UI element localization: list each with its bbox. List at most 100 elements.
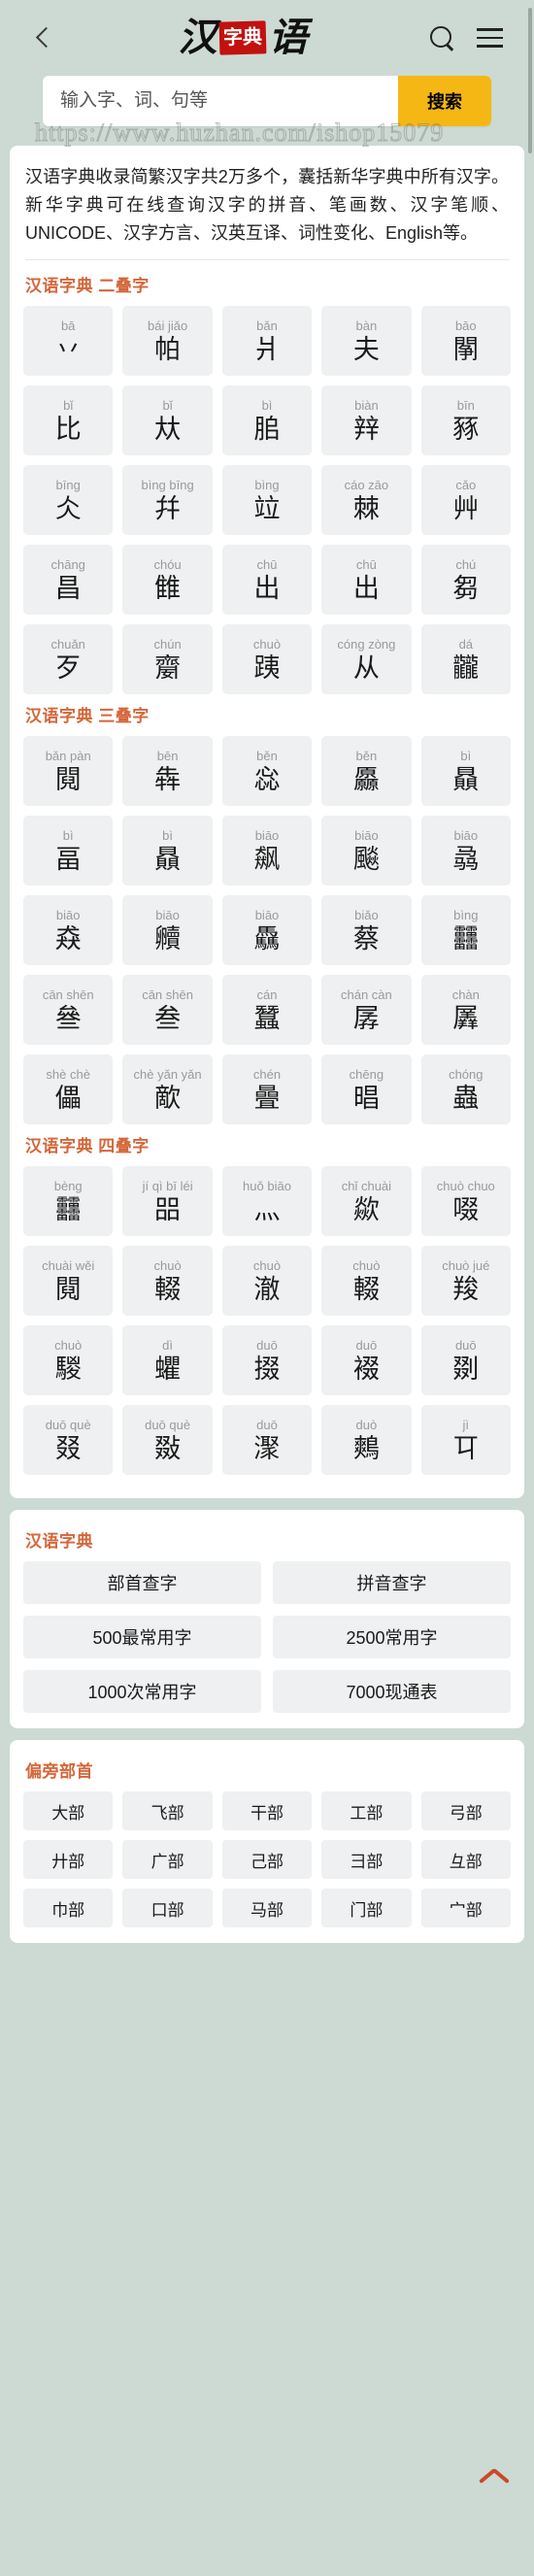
radical-button[interactable]: 大部	[23, 1791, 114, 1831]
character-cell[interactable]: chán càn 孱	[321, 975, 412, 1046]
radical-button[interactable]: 工部	[321, 1791, 412, 1831]
dictionary-button[interactable]: 500最常用字	[23, 1616, 261, 1659]
character-cell[interactable]: bā 丷	[23, 306, 114, 377]
character-cell[interactable]: bì 贔	[420, 736, 511, 807]
character-cell[interactable]: bǐ 比	[23, 385, 114, 456]
character-cell[interactable]: bìng bīng 幷	[122, 465, 213, 536]
character-cell[interactable]: bēn 犇	[122, 736, 213, 807]
character-cell[interactable]: chàn 羼	[420, 975, 511, 1046]
character-cell[interactable]: chún 䶒	[122, 624, 213, 695]
back-icon[interactable]	[31, 25, 56, 50]
character-cell[interactable]: huǒ biāo 灬	[221, 1166, 313, 1237]
radical-button[interactable]: 门部	[321, 1889, 412, 1928]
radical-button[interactable]: 宀部	[420, 1889, 511, 1928]
character-cell[interactable]: cān shēn 叁	[122, 975, 213, 1046]
radical-button[interactable]: 彐部	[321, 1840, 412, 1880]
character-cell[interactable]: chēng 晿	[321, 1054, 412, 1125]
character-cell[interactable]: duō 㵵	[221, 1405, 313, 1476]
radical-button[interactable]: 马部	[221, 1889, 313, 1928]
character-cell[interactable]: biāo 驫	[221, 895, 313, 966]
character-cell[interactable]: duò 鷞	[321, 1405, 412, 1476]
character-cell[interactable]: chuò chuo 啜	[420, 1166, 511, 1237]
character-cell[interactable]: bīng 仌	[23, 465, 114, 536]
character-cell[interactable]: cǎo 艸	[420, 465, 511, 536]
character-cell[interactable]: bāo 䦛	[420, 306, 511, 377]
character-cell[interactable]: bì 畐	[23, 816, 114, 887]
character-cell[interactable]: chuài wěi 䦧	[23, 1246, 114, 1317]
character-cell[interactable]: chuò 騣	[23, 1325, 114, 1396]
dictionary-button[interactable]: 拼音查字	[273, 1561, 511, 1605]
character-cell[interactable]: běn 厵	[321, 736, 412, 807]
character-cell[interactable]: chén 曡	[221, 1054, 313, 1125]
character-cell[interactable]: bì 䏨	[221, 385, 313, 456]
character-cell[interactable]: cáo zāo 棘	[321, 465, 412, 536]
character-cell[interactable]: chāng 昌	[23, 545, 114, 616]
character-cell[interactable]: chū 出	[321, 545, 412, 616]
character-cell[interactable]: chū 出	[221, 545, 313, 616]
character-cell[interactable]: běn 惢	[221, 736, 313, 807]
character-cell[interactable]: jí qì bī léi 㗊	[122, 1166, 213, 1237]
character-cell[interactable]: bīn 豩	[420, 385, 511, 456]
character-cell[interactable]: biāo 骉	[420, 816, 511, 887]
character-cell[interactable]: jì 㔿	[420, 1405, 511, 1476]
radical-button[interactable]: 广部	[122, 1840, 213, 1880]
site-logo[interactable]: 汉 字典 语	[56, 18, 428, 57]
character-cell[interactable]: shè chè 儡	[23, 1054, 114, 1125]
character-cell[interactable]: bǎn pàn 䦧	[23, 736, 114, 807]
character-cell[interactable]: chóng 蟲	[420, 1054, 511, 1125]
character-cell[interactable]: biāo 飙	[221, 816, 313, 887]
dictionary-button[interactable]: 部首查字	[23, 1561, 261, 1605]
character-cell[interactable]: biāo 贕	[122, 895, 213, 966]
character-cell[interactable]: chè yǎn yǎn 歒	[122, 1054, 213, 1125]
radical-button[interactable]: 己部	[221, 1840, 313, 1880]
character-cell[interactable]: biàn 辡	[321, 385, 412, 456]
search-icon[interactable]	[428, 24, 455, 51]
character-cell[interactable]: biāo 猋	[23, 895, 114, 966]
radical-button[interactable]: 彑部	[420, 1840, 511, 1880]
character-cell[interactable]: duō què 叕	[23, 1405, 114, 1476]
radical-button[interactable]: 巾部	[23, 1889, 114, 1928]
search-input[interactable]	[43, 76, 398, 126]
dictionary-button[interactable]: 7000现通表	[273, 1670, 511, 1714]
character-cell[interactable]: bì 贔	[122, 816, 213, 887]
character-cell[interactable]: chú 芻	[420, 545, 511, 616]
character-cell[interactable]: chuò 澈	[221, 1246, 313, 1317]
character-cell[interactable]: bǐ 夶	[122, 385, 213, 456]
character-cell[interactable]: bǎn 爿	[221, 306, 313, 377]
character-cell[interactable]: chóu 雔	[122, 545, 213, 616]
character-cell[interactable]: bái jiǎo 帕	[122, 306, 213, 377]
character-cell[interactable]: cān shēn 叄	[23, 975, 114, 1046]
character-cell[interactable]: bìng 䨻	[420, 895, 511, 966]
back-to-top-icon[interactable]	[478, 2465, 511, 2487]
character-cell[interactable]: bìng 竝	[221, 465, 313, 536]
character-cell[interactable]: dá 龖	[420, 624, 511, 695]
character-cell[interactable]: chǐ chuài 歘	[321, 1166, 412, 1237]
radical-button[interactable]: 廾部	[23, 1840, 114, 1880]
radical-button[interactable]: 飞部	[122, 1791, 213, 1831]
character-cell[interactable]: bèng 䨻	[23, 1166, 114, 1237]
character-cell[interactable]: duō 裰	[321, 1325, 412, 1396]
character-cell[interactable]: duō 掇	[221, 1325, 313, 1396]
character-cell[interactable]: cóng zòng 从	[321, 624, 412, 695]
character-cell[interactable]: chuǎn 歹	[23, 624, 114, 695]
hamburger-menu-icon[interactable]	[477, 28, 503, 48]
character-cell[interactable]: chuò 跠	[221, 624, 313, 695]
dictionary-button[interactable]: 1000次常用字	[23, 1670, 261, 1714]
radical-button[interactable]: 干部	[221, 1791, 313, 1831]
search-submit-button[interactable]: 搜索	[398, 76, 491, 126]
radical-button[interactable]: 口部	[122, 1889, 213, 1928]
character-cell[interactable]: chuò jué 羧	[420, 1246, 511, 1317]
dictionary-button[interactable]: 2500常用字	[273, 1616, 511, 1659]
character-cell[interactable]: cán 蠶	[221, 975, 313, 1046]
character-pinyin: bì	[162, 828, 174, 843]
character-cell[interactable]: biǎo 蔡	[321, 895, 412, 966]
character-cell[interactable]: dì 蠷	[122, 1325, 213, 1396]
character-cell[interactable]: chuò 輟	[321, 1246, 412, 1317]
character-cell[interactable]: biāo 飈	[321, 816, 412, 887]
character-cell[interactable]: chuò 輟	[122, 1246, 213, 1317]
page-scrollbar[interactable]	[528, 8, 532, 153]
radical-button[interactable]: 弓部	[420, 1791, 511, 1831]
character-cell[interactable]: duō 剟	[420, 1325, 511, 1396]
character-cell[interactable]: duō què 敠	[122, 1405, 213, 1476]
character-cell[interactable]: bàn 夫	[321, 306, 412, 377]
